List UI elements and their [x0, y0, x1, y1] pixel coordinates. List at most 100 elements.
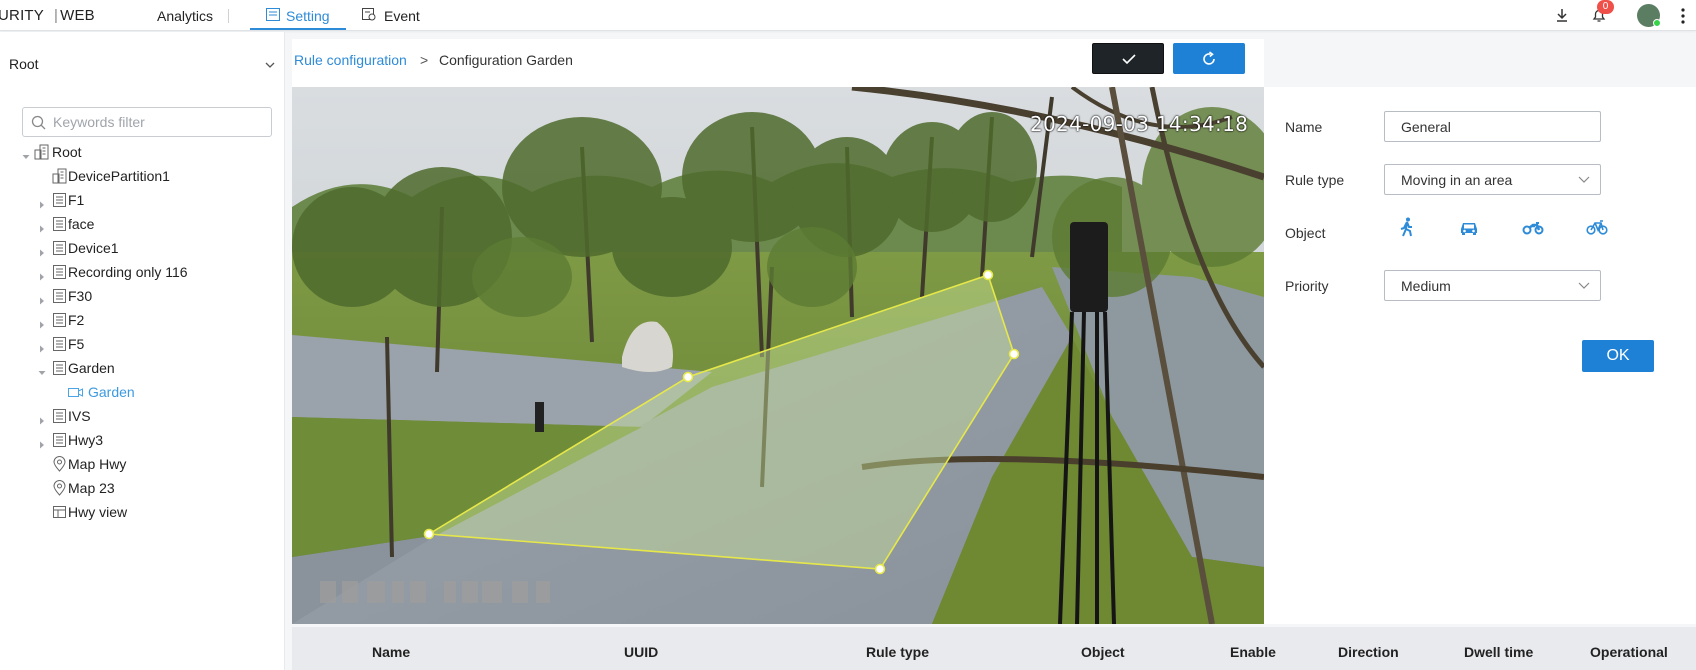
- tree-node[interactable]: F1: [0, 188, 280, 212]
- tree-node-label: Device1: [68, 240, 119, 256]
- tree-node-label: F2: [68, 312, 85, 328]
- camera-video-view[interactable]: 2024-09-03 14:34:18: [292, 87, 1264, 624]
- folder-list-icon: [52, 192, 67, 208]
- column-header-dwell-time[interactable]: Dwell time: [1464, 644, 1533, 660]
- tree-node[interactable]: F2: [0, 308, 280, 332]
- tree-node[interactable]: Garden: [0, 380, 280, 404]
- tree-node-label: F5: [68, 336, 85, 352]
- tree-node[interactable]: F30: [0, 284, 280, 308]
- top-bar: URITY | WEB Analytics Setting Event 0: [0, 0, 1696, 31]
- breadcrumb-rule-configuration[interactable]: Rule configuration: [294, 52, 407, 68]
- folder-list-icon: [52, 432, 67, 448]
- expand-down-icon[interactable]: [38, 364, 46, 375]
- tree-node[interactable]: Root: [0, 140, 280, 164]
- tree-node-label: face: [68, 216, 95, 232]
- car-icon[interactable]: [1458, 217, 1480, 237]
- refresh-icon: [1203, 51, 1215, 65]
- tree-node[interactable]: face: [0, 212, 280, 236]
- rule-type-value: Moving in an area: [1401, 172, 1513, 188]
- tree-node[interactable]: IVS: [0, 404, 280, 428]
- tree-node-label: F30: [68, 288, 93, 304]
- tree-node-label: Root: [52, 144, 82, 160]
- expand-right-icon[interactable]: [38, 412, 46, 425]
- motorcycle-icon[interactable]: [1522, 217, 1544, 237]
- sidebar: Root Root DevicePartition1 F1 face Device1 Re…: [0, 32, 285, 670]
- rule-settings-panel: Name General Rule type Moving in an area…: [1264, 87, 1696, 624]
- tree-node-label: Map 23: [68, 480, 115, 496]
- folder-list-icon: [52, 336, 67, 352]
- expand-right-icon[interactable]: [38, 244, 46, 257]
- column-header-name[interactable]: Name: [372, 644, 410, 660]
- building-icon: [34, 144, 49, 160]
- tree-node[interactable]: F5: [0, 332, 280, 356]
- tree-node[interactable]: Hwy3: [0, 428, 280, 452]
- zone-vertex: [423, 528, 435, 540]
- tree-node-label: Hwy view: [68, 504, 128, 520]
- priority-label: Priority: [1285, 278, 1329, 294]
- tree-node[interactable]: Hwy view: [0, 500, 280, 524]
- expand-right-icon[interactable]: [38, 436, 46, 449]
- column-header-operational[interactable]: Operational: [1590, 644, 1668, 660]
- expand-right-icon[interactable]: [38, 196, 46, 209]
- column-header-enable[interactable]: Enable: [1230, 644, 1276, 660]
- check-icon: [1122, 54, 1136, 65]
- zone-vertex: [682, 371, 694, 383]
- rules-table-header: Name UUID Rule type Object Enable Direct…: [292, 627, 1696, 670]
- ok-button[interactable]: OK: [1582, 340, 1654, 372]
- folder-list-icon: [52, 216, 67, 232]
- brand-logo: URITY | WEB: [0, 7, 95, 24]
- priority-select[interactable]: Medium: [1384, 270, 1601, 301]
- name-label: Name: [1285, 119, 1323, 135]
- tree-node[interactable]: Garden: [0, 356, 280, 380]
- sidebar-header[interactable]: Root: [0, 32, 285, 96]
- brand-separator: |: [54, 7, 59, 24]
- name-field[interactable]: General: [1384, 111, 1601, 142]
- brand-right-text: WEB: [60, 7, 95, 24]
- more-vertical-icon[interactable]: [1680, 7, 1686, 25]
- search-icon: [31, 115, 46, 130]
- tree-node[interactable]: Map 23: [0, 476, 280, 500]
- expand-right-icon[interactable]: [38, 220, 46, 233]
- refresh-button[interactable]: [1173, 43, 1245, 74]
- column-header-uuid[interactable]: UUID: [624, 644, 658, 660]
- nav-event[interactable]: Event: [362, 0, 442, 30]
- zone-vertex: [982, 269, 994, 281]
- nav-analytics[interactable]: Analytics: [157, 8, 213, 24]
- nav-setting-label: Setting: [286, 8, 330, 24]
- expand-right-icon[interactable]: [38, 268, 46, 281]
- confirm-button[interactable]: [1092, 43, 1164, 74]
- expand-right-icon[interactable]: [38, 340, 46, 353]
- tree-node[interactable]: Recording only 116: [0, 260, 280, 284]
- keywords-filter[interactable]: [22, 107, 272, 137]
- folder-list-icon: [52, 288, 67, 304]
- tree-node-label: DevicePartition1: [68, 168, 170, 184]
- person-icon[interactable]: [1396, 217, 1418, 237]
- nav-setting[interactable]: Setting: [250, 0, 346, 30]
- grid-view-icon: [52, 504, 67, 520]
- nav-event-label: Event: [384, 8, 420, 24]
- online-status-dot: [1653, 19, 1661, 27]
- nav-divider: [228, 9, 229, 23]
- tree-node[interactable]: Device1: [0, 236, 280, 260]
- chevron-down-icon[interactable]: [264, 59, 276, 71]
- expand-down-icon[interactable]: [22, 148, 30, 159]
- tree-node[interactable]: DevicePartition1: [0, 164, 280, 188]
- tree-node[interactable]: Map Hwy: [0, 452, 280, 476]
- column-header-rule-type[interactable]: Rule type: [866, 644, 929, 660]
- expand-right-icon[interactable]: [38, 292, 46, 305]
- column-header-direction[interactable]: Direction: [1338, 644, 1399, 660]
- tree-node-label: Recording only 116: [68, 264, 188, 280]
- expand-right-icon[interactable]: [38, 316, 46, 329]
- content-header: Rule configuration > Configuration Garde…: [292, 39, 1264, 87]
- chevron-down-icon: [1578, 282, 1590, 289]
- tree-node-label: F1: [68, 192, 85, 208]
- download-icon[interactable]: [1553, 6, 1571, 24]
- search-input[interactable]: [53, 112, 263, 132]
- folder-list-icon: [52, 360, 67, 376]
- rule-type-select[interactable]: Moving in an area: [1384, 164, 1601, 195]
- bicycle-icon[interactable]: [1586, 217, 1608, 237]
- tree-node-label: Hwy3: [68, 432, 104, 448]
- brand-left-text: URITY: [0, 7, 44, 24]
- tree-node-label: Garden: [68, 360, 115, 376]
- column-header-object[interactable]: Object: [1081, 644, 1125, 660]
